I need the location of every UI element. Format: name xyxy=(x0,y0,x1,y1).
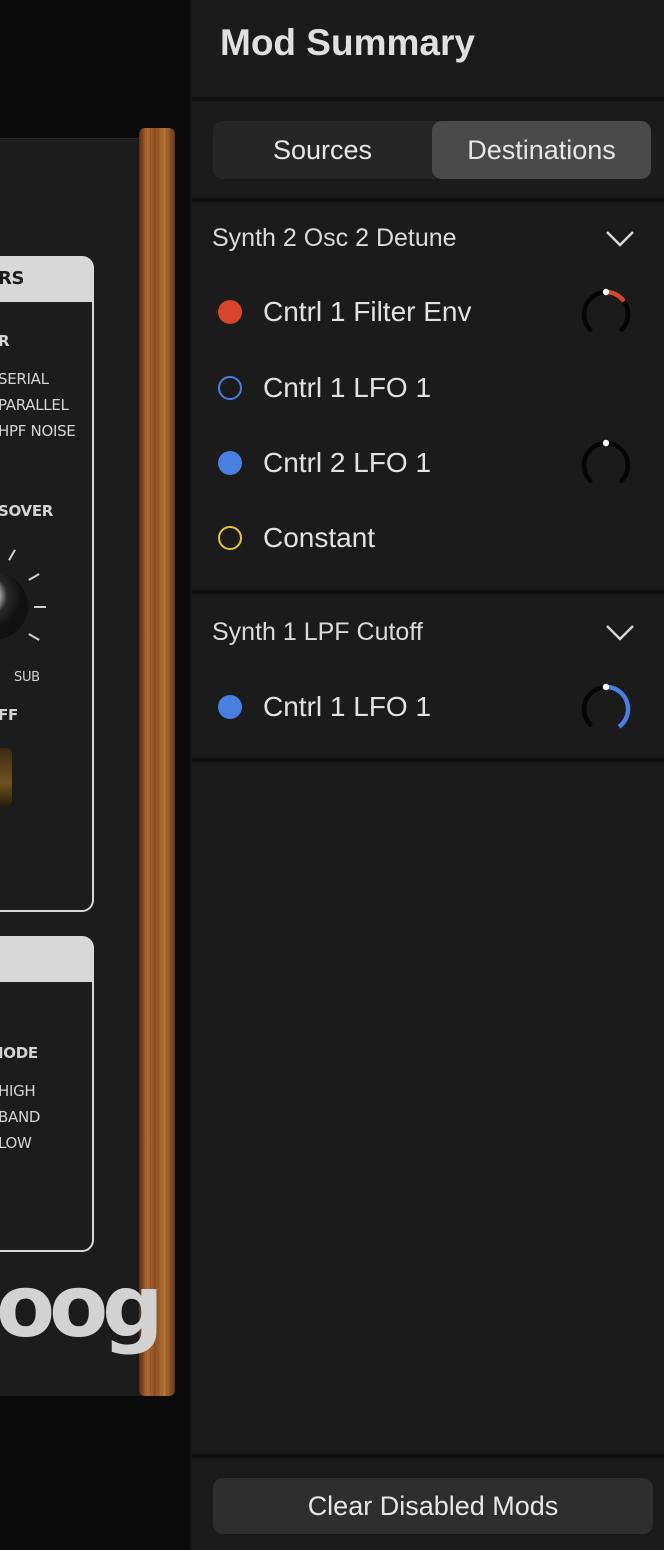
synth-section-header xyxy=(0,938,92,982)
mod-source-row[interactable]: Cntrl 1 LFO 1 xyxy=(192,356,664,422)
synth-label-mode: IODE xyxy=(0,1044,38,1062)
mod-source-label: Cntrl 1 Filter Env xyxy=(263,296,472,327)
divider xyxy=(192,590,664,594)
mod-source-label: Cntrl 2 LFO 1 xyxy=(263,447,432,478)
destination-name: Synth 2 Osc 2 Detune xyxy=(212,224,457,252)
chevron-down-icon[interactable] xyxy=(604,620,636,644)
synth-option-serial: SERIAL xyxy=(0,370,49,388)
clear-disabled-mods-button[interactable]: Clear Disabled Mods xyxy=(213,1478,653,1534)
mod-source-row[interactable]: Cntrl 2 LFO 1 xyxy=(192,431,664,497)
knob-tick xyxy=(34,606,46,608)
chevron-down-icon[interactable] xyxy=(604,226,636,250)
tab-sources[interactable]: Sources xyxy=(213,121,432,179)
synth-toggle-switch xyxy=(0,748,12,806)
mod-source-label: Cntrl 1 LFO 1 xyxy=(263,691,432,722)
mod-amount-knob[interactable] xyxy=(578,286,634,342)
mod-source-row[interactable]: Cntrl 1 Filter Env xyxy=(192,280,664,346)
mod-amount-knob[interactable] xyxy=(578,681,634,737)
divider xyxy=(192,198,664,202)
mod-amount-knob[interactable] xyxy=(578,437,634,493)
disabled-indicator-icon[interactable] xyxy=(218,376,242,400)
panel-title: Mod Summary xyxy=(220,22,475,63)
synth-label-sub: SUB xyxy=(14,670,40,685)
enabled-indicator-icon[interactable] xyxy=(218,300,242,324)
tab-bar: Sources Destinations xyxy=(213,121,651,179)
synth-option-band: BAND xyxy=(0,1108,41,1126)
synth-label-ff: FF xyxy=(0,706,18,724)
wood-side-panel xyxy=(139,128,175,1396)
disabled-indicator-icon[interactable] xyxy=(218,526,242,550)
divider xyxy=(192,1454,664,1458)
synth-panel: RS R SERIAL PARALLEL HPF NOISE SOVER SUB… xyxy=(0,0,190,1550)
mod-summary-panel: Mod Summary Sources Destinations Synth 2… xyxy=(190,0,664,1550)
destination-name: Synth 1 LPF Cutoff xyxy=(212,618,423,646)
enabled-indicator-icon[interactable] xyxy=(218,695,242,719)
synth-option-parallel: PARALLEL xyxy=(0,396,69,414)
synth-option-low: LOW xyxy=(0,1134,32,1152)
synth-label: R xyxy=(0,332,10,350)
mod-source-row[interactable]: Cntrl 1 LFO 1 xyxy=(192,675,664,741)
synth-option-hpf-noise: HPF NOISE xyxy=(0,422,76,440)
tab-destinations[interactable]: Destinations xyxy=(432,121,651,179)
mod-source-label: Cntrl 1 LFO 1 xyxy=(263,372,432,403)
moog-logo: oog xyxy=(0,1257,164,1357)
mod-source-label: Constant xyxy=(263,522,376,553)
mod-source-row[interactable]: Constant xyxy=(192,506,664,572)
synth-option-high: HIGH xyxy=(0,1082,36,1100)
synth-section-title-text: RS xyxy=(0,268,25,289)
destination-header[interactable]: Synth 1 LPF Cutoff xyxy=(192,602,664,662)
destination-header[interactable]: Synth 2 Osc 2 Detune xyxy=(192,208,664,268)
enabled-indicator-icon[interactable] xyxy=(218,451,242,475)
synth-label-crossover: SOVER xyxy=(0,502,54,520)
divider xyxy=(192,758,664,762)
divider xyxy=(192,97,664,101)
